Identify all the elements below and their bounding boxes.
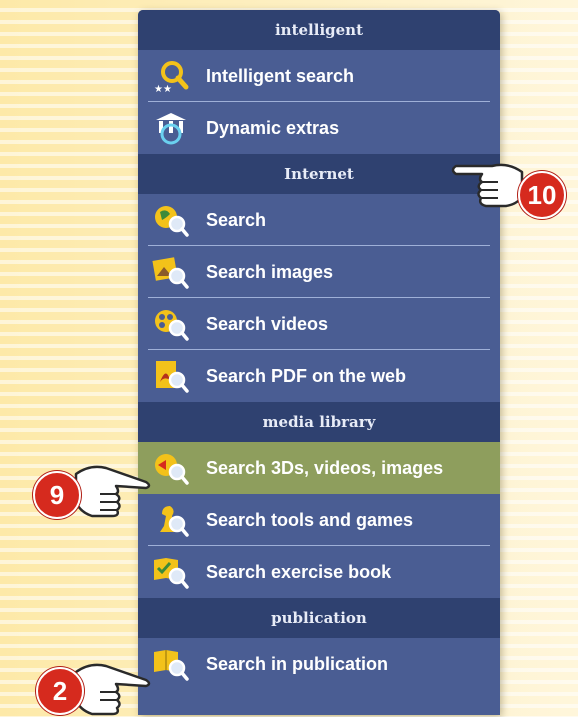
search-images-icon xyxy=(152,257,189,289)
search-publication-icon xyxy=(154,650,189,681)
menu-item-label: Search tools and games xyxy=(206,509,414,530)
menu-item-search-in-publication[interactable]: Search in publication xyxy=(138,638,500,690)
intelligent-search-icon: ★★ xyxy=(154,61,189,94)
menu-item-label: Intelligent search xyxy=(206,65,355,86)
menu-item-label: Dynamic extras xyxy=(206,117,340,138)
search-pdf-icon xyxy=(156,361,189,393)
search-exercise-book-icon xyxy=(154,558,189,589)
svg-text:★★: ★★ xyxy=(154,84,172,94)
menu-item-search-videos[interactable]: Search videos xyxy=(138,298,500,350)
section-header-intelligent: intelligent xyxy=(138,10,500,50)
section-header-publication: publication xyxy=(138,598,500,638)
menu-item-label: Search images xyxy=(206,261,334,282)
menu-item-label: Search videos xyxy=(206,313,329,334)
menu-item-intelligent-search[interactable]: ★★ Intelligent search xyxy=(138,50,500,102)
pointing-hand-icon xyxy=(74,465,151,518)
search-menu: intelligent ★★ Intelligent search Dynami… xyxy=(138,10,500,715)
menu-item-search-3ds-videos-images[interactable]: Search 3Ds, videos, images xyxy=(138,442,500,494)
search-tools-games-icon xyxy=(160,506,189,537)
callout-badge-2: 2 xyxy=(36,667,84,715)
menu-item-search-exercise-book[interactable]: Search exercise book xyxy=(138,546,500,598)
section-header-internet: Internet xyxy=(138,154,500,194)
search-media-icon xyxy=(155,454,189,485)
menu-item-dynamic-extras[interactable]: Dynamic extras xyxy=(138,102,500,154)
search-videos-icon xyxy=(155,310,189,341)
callout-badge-9: 9 xyxy=(33,471,81,519)
section-header-media-library: media library xyxy=(138,402,500,442)
dynamic-extras-icon xyxy=(156,113,186,145)
menu-item-search[interactable]: Search xyxy=(138,194,500,246)
menu-item-label: Search PDF on the web xyxy=(206,365,407,386)
menu-item-label: Search exercise book xyxy=(206,561,392,582)
pointing-hand-icon xyxy=(74,663,151,716)
callout-badge-10: 10 xyxy=(518,171,566,219)
menu-item-label: Search xyxy=(206,209,267,230)
menu-item-search-tools-games[interactable]: Search tools and games xyxy=(138,494,500,546)
menu-item-search-images[interactable]: Search images xyxy=(138,246,500,298)
pointing-hand-icon xyxy=(451,163,524,208)
menu-item-search-pdf[interactable]: Search PDF on the web xyxy=(138,350,500,402)
menu-item-label: Search in publication xyxy=(206,653,389,674)
menu-item-label: Search 3Ds, videos, images xyxy=(206,457,444,478)
web-search-icon xyxy=(155,206,189,237)
